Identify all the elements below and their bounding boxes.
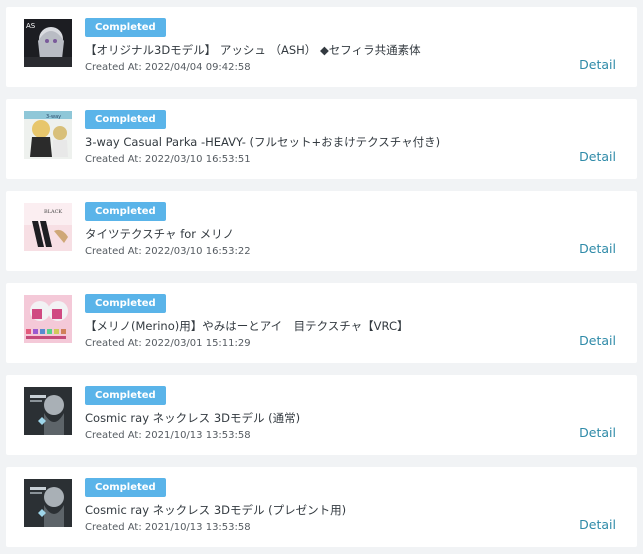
product-title: 【メリノ(Merino)用】やみはーとアイ 目テクスチャ【VRC】: [85, 319, 409, 333]
product-title: 3-way Casual Parka -HEAVY- (フルセット+おまけテクス…: [85, 135, 441, 149]
ash-3d-model-thumbnail-icon[interactable]: AS: [24, 19, 72, 67]
status-badge: Completed: [85, 18, 166, 37]
order-card: 3-way Completed 3-way Casual Parka -HEAV…: [6, 99, 637, 179]
status-badge: Completed: [85, 294, 166, 313]
order-card: BLACK Completed タイツテクスチャ for メリノ Created…: [6, 191, 637, 271]
eye-texture-thumbnail-icon[interactable]: [24, 295, 72, 343]
status-badge: Completed: [85, 386, 166, 405]
necklace-thumbnail-icon[interactable]: [24, 387, 72, 435]
product-title: タイツテクスチャ for メリノ: [85, 227, 235, 241]
detail-link[interactable]: Detail: [579, 333, 616, 348]
status-badge: Completed: [85, 110, 166, 129]
detail-link[interactable]: Detail: [579, 149, 616, 164]
created-at: Created At: 2022/03/10 16:53:22: [85, 246, 251, 257]
status-badge: Completed: [85, 478, 166, 497]
order-card: Completed 【メリノ(Merino)用】やみはーとアイ 目テクスチャ【V…: [6, 283, 637, 363]
created-at: Created At: 2022/04/04 09:42:58: [85, 62, 251, 73]
product-title: Cosmic ray ネックレス 3Dモデル (通常): [85, 411, 301, 425]
detail-link[interactable]: Detail: [579, 425, 616, 440]
order-card: AS Completed 【オリジナル3Dモデル】 アッシュ （ASH） ◆セフ…: [6, 7, 637, 87]
order-card: Completed Cosmic ray ネックレス 3Dモデル (プレゼント用…: [6, 467, 637, 547]
svg-text:BLACK: BLACK: [44, 209, 62, 215]
product-title: 【オリジナル3Dモデル】 アッシュ （ASH） ◆セフィラ共通素体: [85, 43, 421, 57]
necklace-gift-thumbnail-icon[interactable]: [24, 479, 72, 527]
svg-text:3-way: 3-way: [46, 114, 61, 120]
status-badge: Completed: [85, 202, 166, 221]
tights-texture-thumbnail-icon[interactable]: BLACK: [24, 203, 72, 251]
detail-link[interactable]: Detail: [579, 57, 616, 72]
detail-link[interactable]: Detail: [579, 517, 616, 532]
created-at: Created At: 2022/03/10 16:53:51: [85, 154, 251, 165]
svg-text:AS: AS: [26, 22, 36, 30]
order-history-list: AS Completed 【オリジナル3Dモデル】 アッシュ （ASH） ◆セフ…: [0, 0, 643, 554]
order-card: Completed Cosmic ray ネックレス 3Dモデル (通常) Cr…: [6, 375, 637, 455]
created-at: Created At: 2021/10/13 13:53:58: [85, 430, 251, 441]
detail-link[interactable]: Detail: [579, 241, 616, 256]
parka-thumbnail-icon[interactable]: 3-way: [24, 111, 72, 159]
created-at: Created At: 2022/03/01 15:11:29: [85, 338, 251, 349]
product-title: Cosmic ray ネックレス 3Dモデル (プレゼント用): [85, 503, 347, 517]
created-at: Created At: 2021/10/13 13:53:58: [85, 522, 251, 533]
